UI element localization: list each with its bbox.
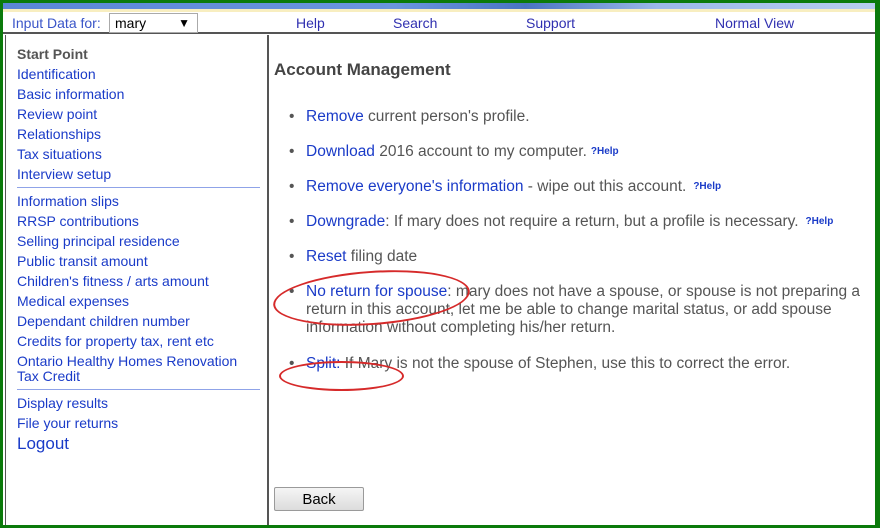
- header-bar: Input Data for: mary ▼ Help Search Suppo…: [3, 12, 875, 34]
- sidebar-item-file-your-returns[interactable]: File your returns: [17, 413, 267, 433]
- download-account-link[interactable]: Download: [306, 143, 375, 160]
- nav-normal-view[interactable]: Normal View: [715, 15, 794, 31]
- sidebar-item-ontario-healthy-homes[interactable]: Ontario Healthy Homes Renovation Tax Cre…: [17, 351, 262, 386]
- downgrade-link[interactable]: Downgrade: [306, 213, 385, 230]
- nav-support[interactable]: Support: [526, 15, 575, 31]
- list-item: Reset filing date: [289, 248, 869, 266]
- item-text: 2016 account to my computer.: [374, 143, 587, 160]
- sidebar-item-display-results[interactable]: Display results: [17, 393, 267, 413]
- item-text: current person's profile.: [363, 108, 530, 125]
- sidebar-item-basic-information[interactable]: Basic information: [17, 84, 267, 104]
- split-link[interactable]: Split:: [306, 355, 340, 372]
- list-item: Remove everyone's information - wipe out…: [289, 178, 869, 196]
- person-select[interactable]: mary ▼: [109, 13, 198, 33]
- main-content: Account Management Remove current person…: [269, 35, 873, 525]
- sidebar-divider: [17, 187, 260, 188]
- help-link[interactable]: ?Help: [806, 216, 834, 227]
- list-item: Remove current person's profile.: [289, 108, 869, 126]
- dropdown-arrow-icon: ▼: [178, 16, 190, 30]
- sidebar-item-selling-principal-residence[interactable]: Selling principal residence: [17, 231, 267, 251]
- remove-everyone-link[interactable]: Remove everyone's information: [306, 178, 523, 195]
- list-item: Downgrade: If mary does not require a re…: [289, 213, 869, 231]
- item-text: - wipe out this account.: [523, 178, 687, 195]
- sidebar-item-interview-setup[interactable]: Interview setup: [17, 164, 267, 184]
- remove-profile-link[interactable]: Remove: [306, 108, 364, 125]
- item-text: filing date: [346, 248, 418, 265]
- sidebar-item-medical-expenses[interactable]: Medical expenses: [17, 291, 267, 311]
- help-link[interactable]: ?Help: [693, 181, 721, 192]
- person-select-value: mary: [115, 15, 147, 31]
- sidebar-item-public-transit-amount[interactable]: Public transit amount: [17, 251, 267, 271]
- input-data-label: Input Data for:: [12, 15, 101, 31]
- sidebar-divider: [17, 389, 260, 390]
- sidebar-item-property-tax-credits[interactable]: Credits for property tax, rent etc: [17, 331, 267, 351]
- sidebar-item-review-point[interactable]: Review point: [17, 104, 267, 124]
- nav-search[interactable]: Search: [393, 15, 437, 31]
- sidebar-item-dependant-children-number[interactable]: Dependant children number: [17, 311, 267, 331]
- list-item: Download 2016 account to my computer. ?He…: [289, 143, 869, 161]
- list-item: No return for spouse: mary does not have…: [289, 283, 869, 337]
- sidebar-item-childrens-fitness[interactable]: Children's fitness / arts amount: [17, 271, 267, 291]
- sidebar-item-information-slips[interactable]: Information slips: [17, 191, 267, 211]
- list-item: Split: If Mary is not the spouse of Step…: [289, 355, 869, 373]
- sidebar-heading-start-point[interactable]: Start Point: [17, 44, 267, 64]
- no-return-for-spouse-link[interactable]: No return for spouse: [306, 283, 447, 300]
- sidebar-item-logout[interactable]: Logout: [17, 433, 267, 455]
- sidebar-item-tax-situations[interactable]: Tax situations: [17, 144, 267, 164]
- back-button[interactable]: Back: [274, 487, 364, 511]
- item-text: : If mary does not require a return, but…: [385, 213, 799, 230]
- sidebar-item-relationships[interactable]: Relationships: [17, 124, 267, 144]
- app-window: Input Data for: mary ▼ Help Search Suppo…: [3, 3, 875, 525]
- sidebar: Start Point Identification Basic informa…: [5, 35, 269, 525]
- nav-help[interactable]: Help: [296, 15, 325, 31]
- sidebar-item-rrsp-contributions[interactable]: RRSP contributions: [17, 211, 267, 231]
- reset-filing-date-link[interactable]: Reset: [306, 248, 347, 265]
- help-link[interactable]: ?Help: [591, 146, 619, 157]
- page-title: Account Management: [274, 60, 451, 79]
- sidebar-item-identification[interactable]: Identification: [17, 64, 267, 84]
- item-text: If Mary is not the spouse of Stephen, us…: [340, 355, 791, 372]
- account-actions-list: Remove current person's profile. Downloa…: [289, 108, 869, 390]
